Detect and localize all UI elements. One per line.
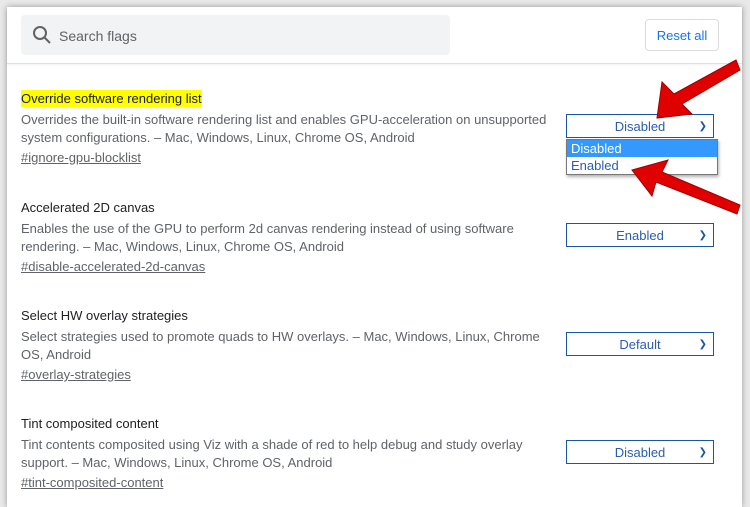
arrow-icon: [631, 159, 741, 215]
annotation-arrows: [631, 59, 741, 215]
arrow-icon: [656, 59, 741, 119]
